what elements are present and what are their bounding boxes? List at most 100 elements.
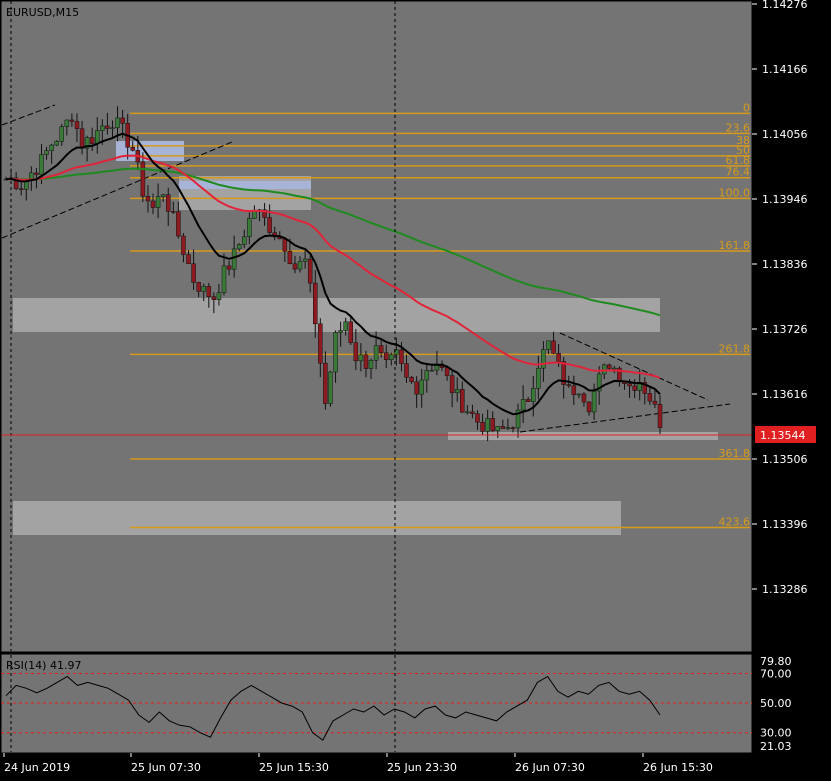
price-tick-label: 1.13836 xyxy=(762,258,808,271)
candle-body xyxy=(500,426,506,429)
rsi-tick-label: 50.00 xyxy=(760,697,792,710)
price-tick-label: 1.13396 xyxy=(762,518,808,531)
fib-level-label: 361.8 xyxy=(719,447,751,460)
candle-body xyxy=(485,418,490,432)
candle-body xyxy=(216,292,222,300)
candle-body xyxy=(160,194,166,197)
candle-body xyxy=(302,258,308,262)
candle-body xyxy=(338,330,343,333)
candle-body xyxy=(191,263,196,283)
price-tick-label: 1.13286 xyxy=(762,583,808,596)
candle-body xyxy=(409,377,414,383)
support-zone xyxy=(448,432,718,440)
time-tick-label: 25 Jun 23:30 xyxy=(387,761,457,774)
candle-body xyxy=(231,248,237,270)
candle-body xyxy=(581,393,587,403)
candle-body xyxy=(247,218,252,238)
chart-canvas[interactable]: 023.6385061.876.4100.0161.8261.8361.8423… xyxy=(0,0,831,781)
candle-body xyxy=(145,195,151,202)
fib-level-label: 76.4 xyxy=(726,166,751,179)
rsi-max-label: 79.80 xyxy=(760,655,792,668)
candle-body xyxy=(520,399,526,411)
candle-body xyxy=(536,367,541,389)
candle-body xyxy=(211,296,217,300)
rsi-tick-label: 21.03 xyxy=(760,740,792,753)
candle-body xyxy=(404,363,409,378)
candle-body xyxy=(460,389,465,413)
candle-body xyxy=(318,323,323,364)
candle-body xyxy=(383,352,389,360)
current-price-label: 1.13544 xyxy=(760,429,806,442)
price-tick-label: 1.13946 xyxy=(762,193,808,206)
candle-body xyxy=(556,353,561,362)
chart-symbol-title: EURUSD,M15 xyxy=(6,6,79,19)
candle-body xyxy=(444,367,450,376)
candle-body xyxy=(424,370,430,381)
price-tick-label: 1.14056 xyxy=(762,128,808,141)
candle-body xyxy=(591,390,597,413)
candle-body xyxy=(150,200,156,208)
candle-body xyxy=(571,385,577,395)
candle-body xyxy=(115,117,120,129)
candle-body xyxy=(429,369,435,372)
rsi-axis: 70.00 50.00 30.0021.03 79.80 xyxy=(760,655,792,753)
candle-body xyxy=(89,137,95,144)
candle-body xyxy=(475,413,480,423)
candle-body xyxy=(171,211,176,213)
candle-body xyxy=(236,244,242,250)
price-tick-label: 1.14276 xyxy=(762,0,808,11)
candle-body xyxy=(510,427,516,429)
candle-body xyxy=(69,119,75,122)
candle-body xyxy=(353,342,359,362)
candle-body xyxy=(576,393,582,396)
candle-body xyxy=(282,238,288,252)
candle-body xyxy=(186,254,191,265)
candle-body xyxy=(120,117,125,124)
fib-level-label: 161.8 xyxy=(719,239,751,252)
candle-body xyxy=(49,144,54,151)
candle-body xyxy=(287,250,293,264)
candle-body xyxy=(343,321,348,331)
candle-body xyxy=(221,265,227,293)
candle-body xyxy=(546,340,551,350)
candle-body xyxy=(399,349,404,364)
candle-body xyxy=(607,364,612,369)
candle-body xyxy=(612,367,617,370)
price-axis: 1.14276 1.14166 1.14056 1.13946 1.13836 1.137… xyxy=(752,0,808,596)
candle-body xyxy=(495,426,501,432)
candle-body xyxy=(313,282,318,325)
candle-body xyxy=(74,121,80,129)
fib-level-label: 23.6 xyxy=(726,121,751,134)
candle-body xyxy=(95,130,100,144)
price-tick-label: 1.13726 xyxy=(762,323,808,336)
candle-body xyxy=(525,399,531,402)
candle-body xyxy=(110,127,115,130)
candle-body xyxy=(328,371,333,404)
candle-body xyxy=(130,146,135,151)
candle-body xyxy=(44,150,49,155)
candle-body xyxy=(155,196,161,208)
candle-body xyxy=(647,393,653,402)
candle-body xyxy=(531,387,536,402)
fib-level-label: 261.8 xyxy=(719,342,751,355)
candle-body xyxy=(389,354,394,360)
candle-body xyxy=(292,263,298,270)
rsi-title: RSI(14) 41.97 xyxy=(6,659,81,672)
candle-body xyxy=(39,154,44,175)
time-tick-label: 26 Jun 15:30 xyxy=(643,761,713,774)
candle-body xyxy=(368,360,374,369)
time-axis: 24 Jun 2019 25 Jun 07:30 25 Jun 15:30 25 Ju… xyxy=(3,753,713,774)
supply-zone xyxy=(13,298,660,332)
price-tick-label: 1.13506 xyxy=(762,453,808,466)
candle-body xyxy=(358,354,364,362)
candle-body xyxy=(307,258,313,284)
candle-body xyxy=(348,321,353,343)
candle-body xyxy=(652,400,658,405)
candle-body xyxy=(541,349,546,369)
chart-window[interactable]: 0 23.6 38 50 61.8 76.4 100.0 161.8 261.8 361.8 423… xyxy=(0,0,831,781)
candle-body xyxy=(505,427,511,429)
candle-body xyxy=(419,379,424,395)
candle-body xyxy=(34,172,39,175)
candle-body xyxy=(323,362,328,404)
candle-body xyxy=(105,125,110,129)
